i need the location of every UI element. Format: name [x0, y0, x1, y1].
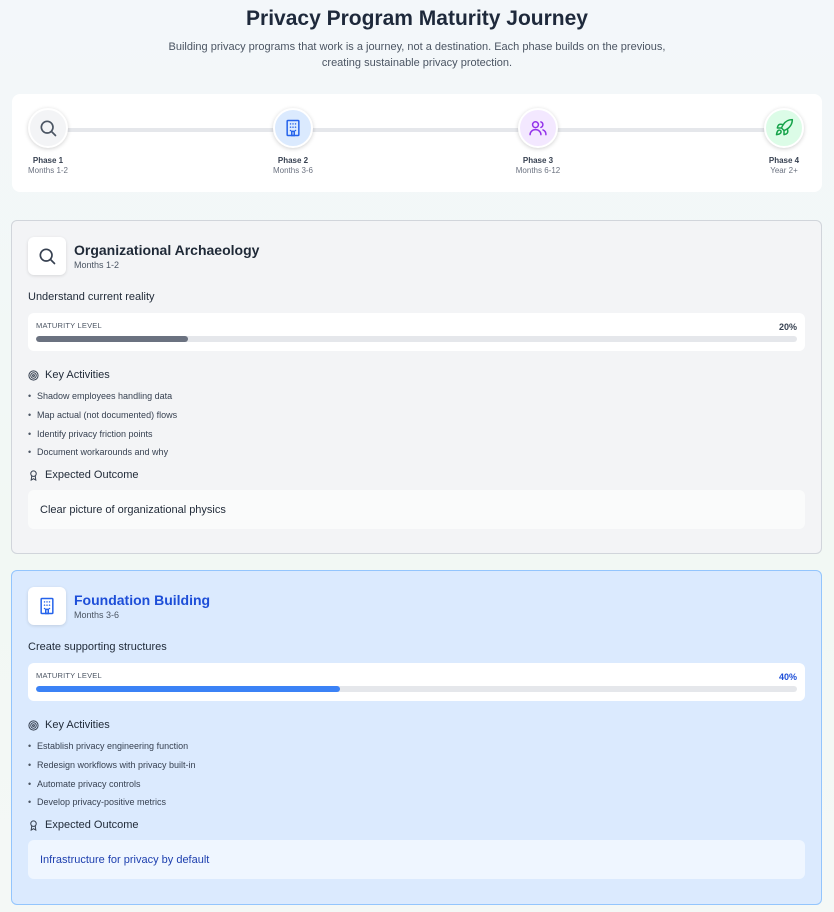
- list-item: Establish privacy engineering function: [28, 741, 805, 751]
- timeline-phase-1[interactable]: Phase 1 Months 1-2: [3, 108, 93, 176]
- card-goal: Understand current reality: [28, 291, 155, 303]
- expected-outcome-label: Expected Outcome: [45, 469, 139, 482]
- activities-list: Shadow employees handling data Map actua…: [28, 391, 805, 457]
- maturity-label: MATURITY LEVEL: [36, 321, 102, 330]
- phase-card-foundation-building[interactable]: Foundation Building Months 3-6 Create su…: [11, 570, 822, 905]
- timeline-phase-4[interactable]: Phase 4 Year 2+: [739, 108, 829, 176]
- page-header: Privacy Program Maturity Journey Buildin…: [0, 0, 834, 71]
- phase-name: Phase 2: [277, 156, 309, 165]
- building-icon: [28, 587, 66, 625]
- phase-time: Months 6-12: [515, 166, 561, 175]
- building-icon: [273, 108, 313, 148]
- list-item: Shadow employees handling data: [28, 391, 805, 401]
- timeline-phase-2[interactable]: Phase 2 Months 3-6: [248, 108, 338, 176]
- card-header: Foundation Building Months 3-6: [28, 587, 805, 625]
- target-icon: [28, 719, 39, 731]
- timeline-track: [48, 128, 786, 132]
- maturity-bar-fill: [36, 336, 189, 342]
- subtitle-line-1: Building privacy programs that work is a…: [168, 41, 666, 53]
- list-item: Document workarounds and why: [28, 447, 805, 457]
- key-activities-label: Key Activities: [45, 369, 110, 381]
- activities-list: Establish privacy engineering function R…: [28, 741, 805, 807]
- phase-name: Phase 1: [32, 156, 64, 165]
- list-item: Map actual (not documented) flows: [28, 410, 805, 420]
- list-item: Automate privacy controls: [28, 779, 805, 789]
- list-item: Identify privacy friction points: [28, 429, 805, 439]
- maturity-percent: 40%: [778, 672, 797, 682]
- phase-time: Months 1-2: [27, 166, 69, 175]
- phase-name: Phase 3: [522, 156, 554, 165]
- rocket-icon: [764, 108, 804, 148]
- timeline-phase-3[interactable]: Phase 3 Months 6-12: [493, 108, 583, 176]
- card-title: Organizational Archaeology: [74, 242, 260, 258]
- target-icon: [28, 369, 39, 381]
- card-header: Organizational Archaeology Months 1-2: [28, 237, 805, 275]
- expected-outcome-heading: Expected Outcome: [28, 819, 805, 831]
- phase-name: Phase 4: [768, 156, 800, 165]
- page-subtitle: Building privacy programs that work is a…: [0, 39, 834, 71]
- search-icon: [28, 237, 66, 275]
- maturity-label: MATURITY LEVEL: [36, 671, 102, 680]
- expected-outcome-heading: Expected Outcome: [28, 469, 805, 481]
- maturity-meter: MATURITY LEVEL 20%: [28, 313, 805, 351]
- phase-card-organizational-archaeology[interactable]: Organizational Archaeology Months 1-2 Un…: [11, 220, 822, 554]
- card-goal: Create supporting structures: [28, 641, 167, 653]
- phase-timeline: Phase 1 Months 1-2 Phase 2 Months 3-6 Ph…: [12, 94, 822, 192]
- expected-outcome-text: Infrastructure for privacy by default: [28, 840, 805, 880]
- award-icon: [30, 470, 37, 481]
- key-activities-label: Key Activities: [45, 719, 110, 731]
- expected-outcome-label: Expected Outcome: [45, 819, 139, 832]
- card-time: Months 1-2: [74, 260, 120, 270]
- key-activities-heading: Key Activities: [28, 719, 805, 731]
- phase-time: Year 2+: [770, 166, 798, 175]
- maturity-percent: 20%: [778, 322, 797, 332]
- page-title: Privacy Program Maturity Journey: [246, 7, 588, 30]
- expected-outcome-text: Clear picture of organizational physics: [28, 490, 805, 530]
- phase-time: Months 3-6: [272, 166, 314, 175]
- award-icon: [30, 820, 37, 831]
- users-icon: [518, 108, 558, 148]
- card-time: Months 3-6: [74, 610, 120, 620]
- card-title: Foundation Building: [74, 592, 211, 608]
- maturity-bar: [36, 336, 797, 342]
- maturity-meter: MATURITY LEVEL 40%: [28, 663, 805, 701]
- list-item: Redesign workflows with privacy built-in: [28, 760, 805, 770]
- subtitle-line-2: creating sustainable privacy protection.: [321, 57, 513, 69]
- key-activities-heading: Key Activities: [28, 369, 805, 381]
- maturity-bar: [36, 686, 797, 692]
- maturity-bar-fill: [36, 686, 341, 692]
- list-item: Develop privacy-positive metrics: [28, 797, 805, 807]
- search-icon: [28, 108, 68, 148]
